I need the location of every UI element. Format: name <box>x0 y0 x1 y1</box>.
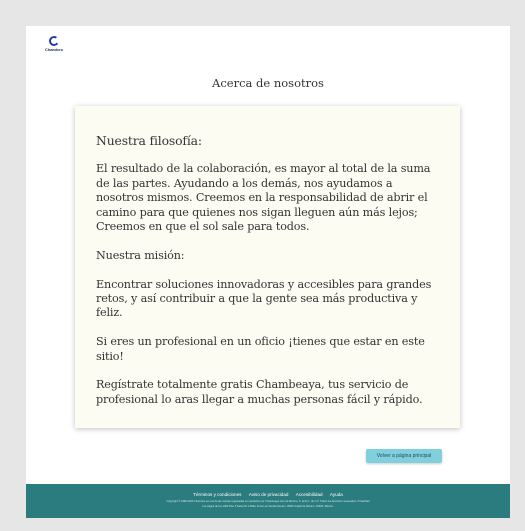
footer-legal-line-2: Los pagos de los 1000 Piso 5 Suite PH 2 … <box>202 504 334 508</box>
professional-text: Si eres un profesional en un oficio ¡tie… <box>96 335 425 363</box>
back-to-home-button[interactable]: Volver a página principal <box>366 449 442 463</box>
philosophy-heading: Nuestra filosofía: <box>96 133 202 148</box>
register-text: Regístrate totalmente gratis Chambeaya, … <box>96 378 423 406</box>
footer-links: Términos y condiciones Aviso de privacid… <box>26 492 510 497</box>
mission-heading: Nuestra misión: <box>96 248 185 262</box>
mission-text: Encontrar soluciones innovadoras y acces… <box>96 277 432 320</box>
footer-link-help[interactable]: Ayuda <box>330 492 343 497</box>
page-container: Chambeo Acerca de nosotros Nuestra filos… <box>26 26 510 518</box>
footer-link-terms[interactable]: Términos y condiciones <box>193 492 241 497</box>
footer: Términos y condiciones Aviso de privacid… <box>26 484 510 518</box>
page-title: Acerca de nosotros <box>212 76 324 90</box>
philosophy-text: El resultado de la colaboración, es mayo… <box>96 162 431 234</box>
brand-logo[interactable]: Chambeo <box>42 35 66 52</box>
logo-text: Chambeo <box>44 47 64 52</box>
about-card: Nuestra filosofía: El resultado de la co… <box>75 106 460 428</box>
logo-icon <box>48 35 60 47</box>
footer-link-accessibility[interactable]: Accesibilidad <box>296 492 323 497</box>
footer-link-privacy[interactable]: Aviso de privacidad <box>249 492 289 497</box>
